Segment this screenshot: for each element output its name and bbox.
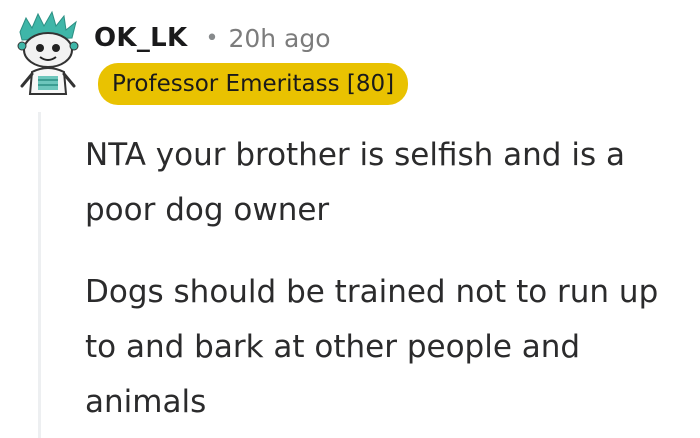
snoo-avatar-icon xyxy=(17,10,79,95)
user-avatar[interactable] xyxy=(12,10,84,100)
comment-paragraph: Dogs should be trained not to run up to … xyxy=(85,274,659,420)
separator-dot: • xyxy=(205,25,219,51)
thread-collapse-line[interactable] xyxy=(38,112,41,438)
comment-paragraph: NTA your brother is selfish and is a poo… xyxy=(85,137,625,228)
comment-body: NTA your brother is selfish and is a poo… xyxy=(85,128,685,438)
comment-timestamp[interactable]: 20h ago xyxy=(228,24,330,53)
comment-header: OK_LK • 20h ago xyxy=(94,18,331,58)
user-flair: Professor Emeritass [80] xyxy=(98,63,409,105)
username-link[interactable]: OK_LK xyxy=(94,23,187,53)
comment: OK_LK • 20h ago Professor Emeritass [80]… xyxy=(0,0,700,438)
